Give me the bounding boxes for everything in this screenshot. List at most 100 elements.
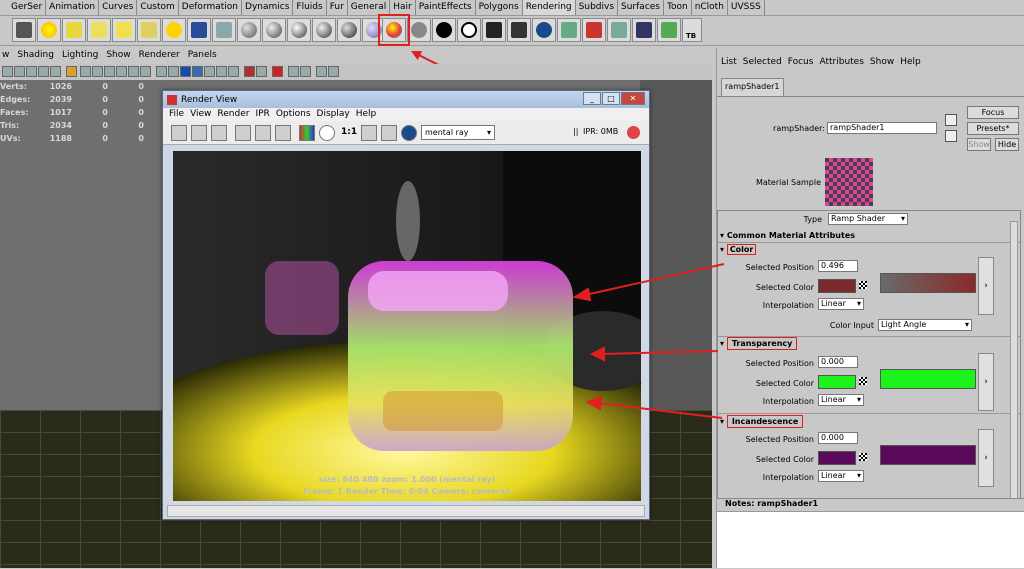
common-attributes-header[interactable]: ▾ Common Material Attributes	[720, 231, 855, 240]
ae-menu-show[interactable]: Show	[870, 57, 894, 70]
remove-image-icon[interactable]	[275, 125, 291, 141]
volume-light-icon[interactable]	[137, 18, 161, 42]
shelf-tab-fur[interactable]: Fur	[327, 0, 348, 15]
incandescence-selected-swatch[interactable]	[818, 451, 856, 465]
shelf-tab-surfaces[interactable]: Surfaces	[618, 0, 664, 15]
paint-brush-icon[interactable]	[557, 18, 581, 42]
notes-textarea[interactable]	[717, 511, 1024, 569]
shadows-icon[interactable]	[228, 66, 239, 77]
render-view-scrollbar[interactable]	[167, 505, 645, 517]
keep-image-icon[interactable]	[255, 125, 271, 141]
high-quality-icon[interactable]	[244, 66, 255, 77]
color-selected-swatch[interactable]	[818, 279, 856, 293]
shelf-tab-toon[interactable]: Toon	[664, 0, 692, 15]
shelf-tab-curves[interactable]: Curves	[99, 0, 138, 15]
grid-icon[interactable]	[66, 66, 77, 77]
render-globals-icon[interactable]	[532, 18, 556, 42]
rv-menu-render[interactable]: Render	[217, 108, 249, 121]
color-ramp-expand-button[interactable]: ›	[978, 257, 994, 315]
isolate-select-icon[interactable]	[256, 66, 267, 77]
paint-canvas-icon[interactable]	[607, 18, 631, 42]
shelf-tab-subdivs[interactable]: Subdivs	[576, 0, 619, 15]
rv-menu-help[interactable]: Help	[356, 108, 377, 121]
shelf-tab-uvsss[interactable]: UVSSS	[728, 0, 765, 15]
color-selected-position-field[interactable]: 0.496	[818, 260, 858, 272]
shelf-tab-fluids[interactable]: Fluids	[293, 0, 327, 15]
redo-render-icon[interactable]	[171, 125, 187, 141]
ae-menu-attributes[interactable]: Attributes	[819, 57, 863, 70]
color-input-select[interactable]: Light Angle ▾	[878, 319, 972, 331]
viewport-menu-view[interactable]: w	[2, 50, 9, 63]
ae-menu-selected[interactable]: Selected	[743, 57, 782, 70]
ae-scrollbar[interactable]	[1010, 221, 1018, 521]
ambient-occlusion-icon[interactable]	[272, 66, 283, 77]
incandescence-section-header[interactable]: ▾ Incandescence	[720, 415, 804, 428]
film-gate-icon[interactable]	[80, 66, 91, 77]
incandescence-selected-position-field[interactable]: 0.000	[818, 432, 858, 444]
phonge-sphere-icon[interactable]	[312, 18, 336, 42]
render-settings-icon[interactable]	[187, 18, 211, 42]
shelf-tab-dynamics[interactable]: Dynamics	[242, 0, 294, 15]
transparency-selected-position-field[interactable]: 0.000	[818, 356, 858, 368]
show-button[interactable]: Show	[967, 138, 991, 151]
paint-tool-icon[interactable]	[632, 18, 656, 42]
close-button[interactable]: ✕	[621, 92, 645, 105]
shelf-tab-rendering[interactable]: Rendering	[522, 0, 576, 15]
shelf-tab-general[interactable]: General	[348, 0, 391, 15]
shelf-tab-animation[interactable]: Animation	[46, 0, 100, 15]
tab-rampshader1[interactable]: rampShader1	[721, 78, 784, 96]
incandescence-ramp[interactable]	[880, 445, 976, 465]
maximize-button[interactable]: □	[602, 92, 620, 105]
field-chart-icon[interactable]	[116, 66, 127, 77]
blinn-sphere-icon[interactable]	[262, 18, 286, 42]
anisotropic-sphere-icon[interactable]	[337, 18, 361, 42]
shelf-tab-polygons[interactable]: Polygons	[476, 0, 523, 15]
map-texture-icon[interactable]	[859, 453, 867, 461]
shading-map-icon[interactable]	[407, 18, 431, 42]
gate-mask-icon[interactable]	[104, 66, 115, 77]
phong-sphere-icon[interactable]	[287, 18, 311, 42]
presets-button[interactable]: Presets*	[967, 122, 1019, 135]
ipr-stop-icon[interactable]	[627, 126, 640, 139]
select-camera-icon[interactable]	[2, 66, 13, 77]
transparency-section-header[interactable]: ▾ Transparency	[720, 337, 798, 350]
viewport-menu-show[interactable]: Show	[106, 50, 130, 63]
safe-title-icon[interactable]	[140, 66, 151, 77]
image-plane-icon[interactable]	[38, 66, 49, 77]
use-all-lights-icon[interactable]	[216, 66, 227, 77]
motion-blur-icon[interactable]	[288, 66, 299, 77]
no-paint-icon[interactable]	[582, 18, 606, 42]
ae-menu-help[interactable]: Help	[900, 57, 921, 70]
transparency-interpolation-select[interactable]: Linear ▾	[818, 394, 864, 406]
output-connection-icon[interactable]	[945, 130, 957, 142]
snapshot-icon[interactable]	[211, 125, 227, 141]
focus-button[interactable]: Focus	[967, 106, 1019, 119]
shelf-tab-gerser[interactable]: GerSer	[8, 0, 47, 15]
map-texture-icon[interactable]	[859, 377, 867, 385]
render-view-titlebar[interactable]: Render View _ □ ✕	[163, 91, 649, 108]
rgb-channels-icon[interactable]	[299, 125, 315, 141]
directional-light-icon[interactable]	[87, 18, 111, 42]
lock-camera-icon[interactable]	[14, 66, 25, 77]
lambert-sphere-icon[interactable]	[237, 18, 261, 42]
smooth-shade-icon[interactable]	[168, 66, 179, 77]
screen-space-icon[interactable]	[328, 66, 339, 77]
anti-aliasing-icon[interactable]	[300, 66, 311, 77]
real-size-button[interactable]: 1:1	[341, 127, 357, 137]
viewport-menu-lighting[interactable]: Lighting	[62, 50, 98, 63]
map-texture-icon[interactable]	[859, 281, 867, 289]
rv-menu-view[interactable]: View	[190, 108, 211, 121]
rv-menu-ipr[interactable]: IPR	[255, 108, 269, 121]
xray-icon[interactable]	[192, 66, 203, 77]
hide-button[interactable]: Hide	[995, 138, 1019, 151]
incandescence-ramp-expand-button[interactable]: ›	[978, 429, 994, 487]
render-image[interactable]: size: 640 480 zoom: 1.000 (mental ray) F…	[173, 151, 641, 501]
spot-light-icon[interactable]	[62, 18, 86, 42]
viewport-menu-renderer[interactable]: Renderer	[139, 50, 180, 63]
node-name-field[interactable]: rampShader1	[827, 122, 937, 134]
ipr-render-icon[interactable]	[507, 18, 531, 42]
input-connection-icon[interactable]	[945, 114, 957, 126]
type-select[interactable]: Ramp Shader ▾	[828, 213, 908, 225]
wireframe-icon[interactable]	[156, 66, 167, 77]
rv-menu-options[interactable]: Options	[276, 108, 311, 121]
